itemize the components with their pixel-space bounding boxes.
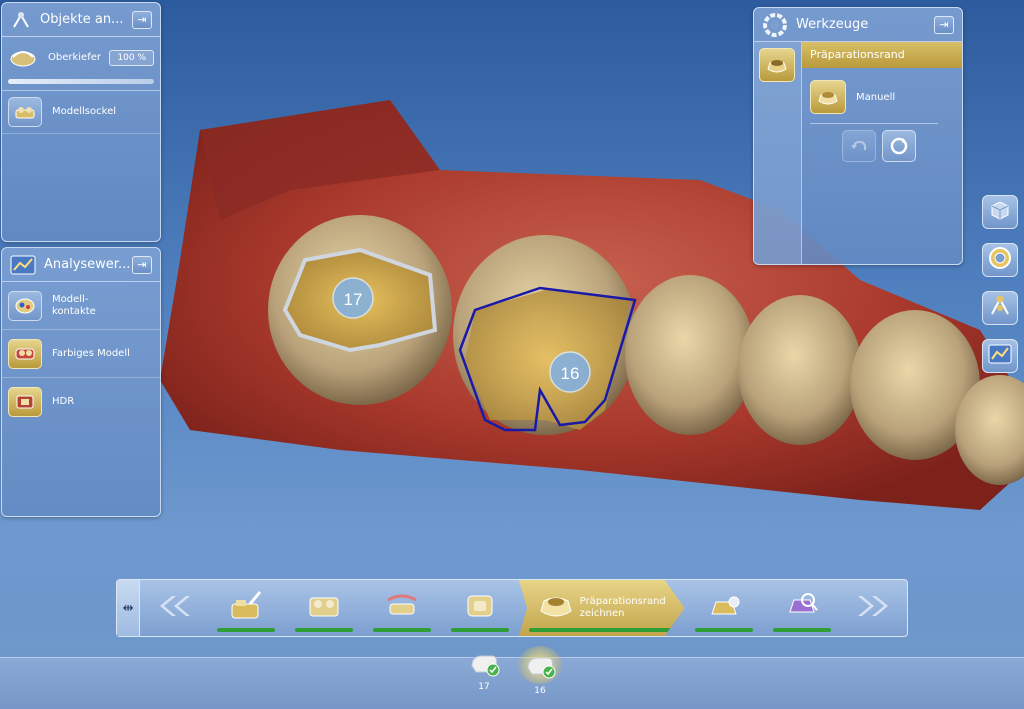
step-progress-bar xyxy=(450,628,509,632)
model-base-icon xyxy=(8,97,42,127)
step-progress-bar xyxy=(694,628,753,632)
tooth-restoration-icon xyxy=(518,646,562,684)
svg-text:16: 16 xyxy=(561,364,580,383)
tools-panel-header: Werkzeuge ⇥ xyxy=(754,8,962,42)
svg-text:17: 17 xyxy=(344,290,363,309)
objects-panel-title: Objekte an... xyxy=(40,12,124,27)
model-axis-icon xyxy=(460,590,500,626)
workflow-bar: ⇹ Präparationsrand zeichnen xyxy=(116,579,908,637)
analysis-item-colored-model[interactable]: Farbiges Modell xyxy=(2,330,160,378)
pin-analysis-panel-button[interactable]: ⇥ xyxy=(132,255,152,274)
analysis-panel-title: Analysewer... xyxy=(44,257,131,272)
collapse-workflow-button[interactable]: ⇹ xyxy=(117,580,141,636)
analysis-item-label: Farbiges Modell xyxy=(52,347,130,359)
bite-registration-icon xyxy=(382,590,422,626)
workflow-step-bite[interactable] xyxy=(363,580,441,636)
margin-line-icon xyxy=(538,591,574,625)
tooth-selector-bar xyxy=(0,657,1024,709)
object-item-label: Modellsockel xyxy=(52,106,116,117)
pin-tools-panel-button[interactable]: ⇥ xyxy=(934,15,954,34)
tooth-15[interactable] xyxy=(625,275,755,435)
step-progress-bar xyxy=(216,628,275,632)
workflow-step-model-axis[interactable] xyxy=(441,580,519,636)
analysis-item-model-contacts[interactable]: Modell- kontakte xyxy=(2,282,160,330)
objects-panel: Objekte an... ⇥ Oberkiefer 100 % Modells… xyxy=(1,2,161,242)
tooth-selector-16[interactable]: 16 xyxy=(517,646,563,704)
objects-icon xyxy=(987,293,1013,323)
prepare-tooth-icon xyxy=(226,590,266,626)
tool-manual[interactable]: Manuell xyxy=(810,80,895,114)
tools-panel-title: Werkzeuge xyxy=(796,17,869,32)
analysis-panel: Analysewer... ⇥ Modell- kontakte Farbige… xyxy=(1,247,161,517)
view-cube-button[interactable] xyxy=(982,195,1018,229)
analysis-item-label: HDR xyxy=(52,396,75,407)
objects-icon xyxy=(10,9,32,31)
jaw-opacity-slider[interactable] xyxy=(8,79,154,84)
objects-panel-header: Objekte an... ⇥ xyxy=(2,3,160,37)
model-contacts-icon xyxy=(8,290,42,321)
jaw-label: Oberkiefer xyxy=(48,52,101,63)
tools-category-column xyxy=(754,42,802,264)
tooth-selector-number: 17 xyxy=(478,682,490,692)
cube-icon xyxy=(988,198,1012,226)
restoration-parameters-icon xyxy=(704,590,744,626)
step-progress-bar xyxy=(528,628,675,632)
reset-icon[interactable] xyxy=(882,130,916,162)
analysis-icon xyxy=(987,343,1013,369)
tooth-16[interactable] xyxy=(453,235,637,435)
tooth-label-16[interactable]: 16 xyxy=(549,351,591,393)
double-chevron-left-icon xyxy=(154,594,194,622)
tools-ring-button[interactable] xyxy=(982,243,1018,277)
tooth-selector-17[interactable]: 17 xyxy=(461,646,507,704)
analysis-item-hdr[interactable]: HDR xyxy=(2,378,160,426)
analysis-panel-button[interactable] xyxy=(982,339,1018,373)
workflow-step-model[interactable] xyxy=(285,580,363,636)
tool-separator xyxy=(810,123,938,124)
workflow-back-button[interactable] xyxy=(140,580,206,636)
step-progress-bar xyxy=(294,628,353,632)
tooth-label-17[interactable]: 17 xyxy=(332,277,374,319)
upper-jaw-icon xyxy=(8,45,38,71)
colored-model-icon xyxy=(8,338,42,369)
workflow-step-design[interactable] xyxy=(763,580,841,636)
tools-ring-icon xyxy=(762,12,788,38)
double-chevron-right-icon xyxy=(854,594,894,622)
objects-panel-button[interactable] xyxy=(982,291,1018,325)
undo-icon[interactable] xyxy=(842,130,876,162)
tools-ring-icon xyxy=(987,245,1013,275)
tools-section-header: Präparationsrand xyxy=(802,42,962,68)
design-restoration-icon xyxy=(782,590,822,626)
workflow-step-draw-margin[interactable]: Präparationsrand zeichnen xyxy=(518,580,685,636)
margin-tool-category-icon[interactable] xyxy=(759,48,795,82)
tool-manual-label: Manuell xyxy=(856,91,896,103)
workflow-step-restoration[interactable] xyxy=(685,580,763,636)
analysis-panel-header: Analysewer... ⇥ xyxy=(2,248,160,282)
manual-margin-icon xyxy=(810,80,846,114)
workflow-step-preparation[interactable] xyxy=(207,580,285,636)
object-item-modellsockel[interactable]: Modellsockel xyxy=(2,90,160,134)
pin-objects-panel-button[interactable]: ⇥ xyxy=(132,10,152,29)
jaw-row-oberkiefer[interactable]: Oberkiefer 100 % xyxy=(2,37,160,79)
tools-panel: Werkzeuge ⇥ Präparationsrand Manuell xyxy=(753,7,963,265)
workflow-forward-button[interactable] xyxy=(841,580,907,636)
model-teeth-icon xyxy=(304,590,344,626)
hdr-icon xyxy=(8,387,42,417)
tooth-14[interactable] xyxy=(738,295,862,445)
tooth-restoration-icon xyxy=(464,646,504,680)
analysis-item-label: Modell- kontakte xyxy=(52,293,96,317)
tooth-selector-number: 16 xyxy=(534,686,546,696)
step-progress-bar xyxy=(772,628,831,632)
analysis-icon xyxy=(10,255,36,275)
active-step-label: Präparationsrand zeichnen xyxy=(579,596,666,619)
jaw-opacity-field[interactable]: 100 % xyxy=(109,50,154,66)
step-progress-bar xyxy=(372,628,431,632)
